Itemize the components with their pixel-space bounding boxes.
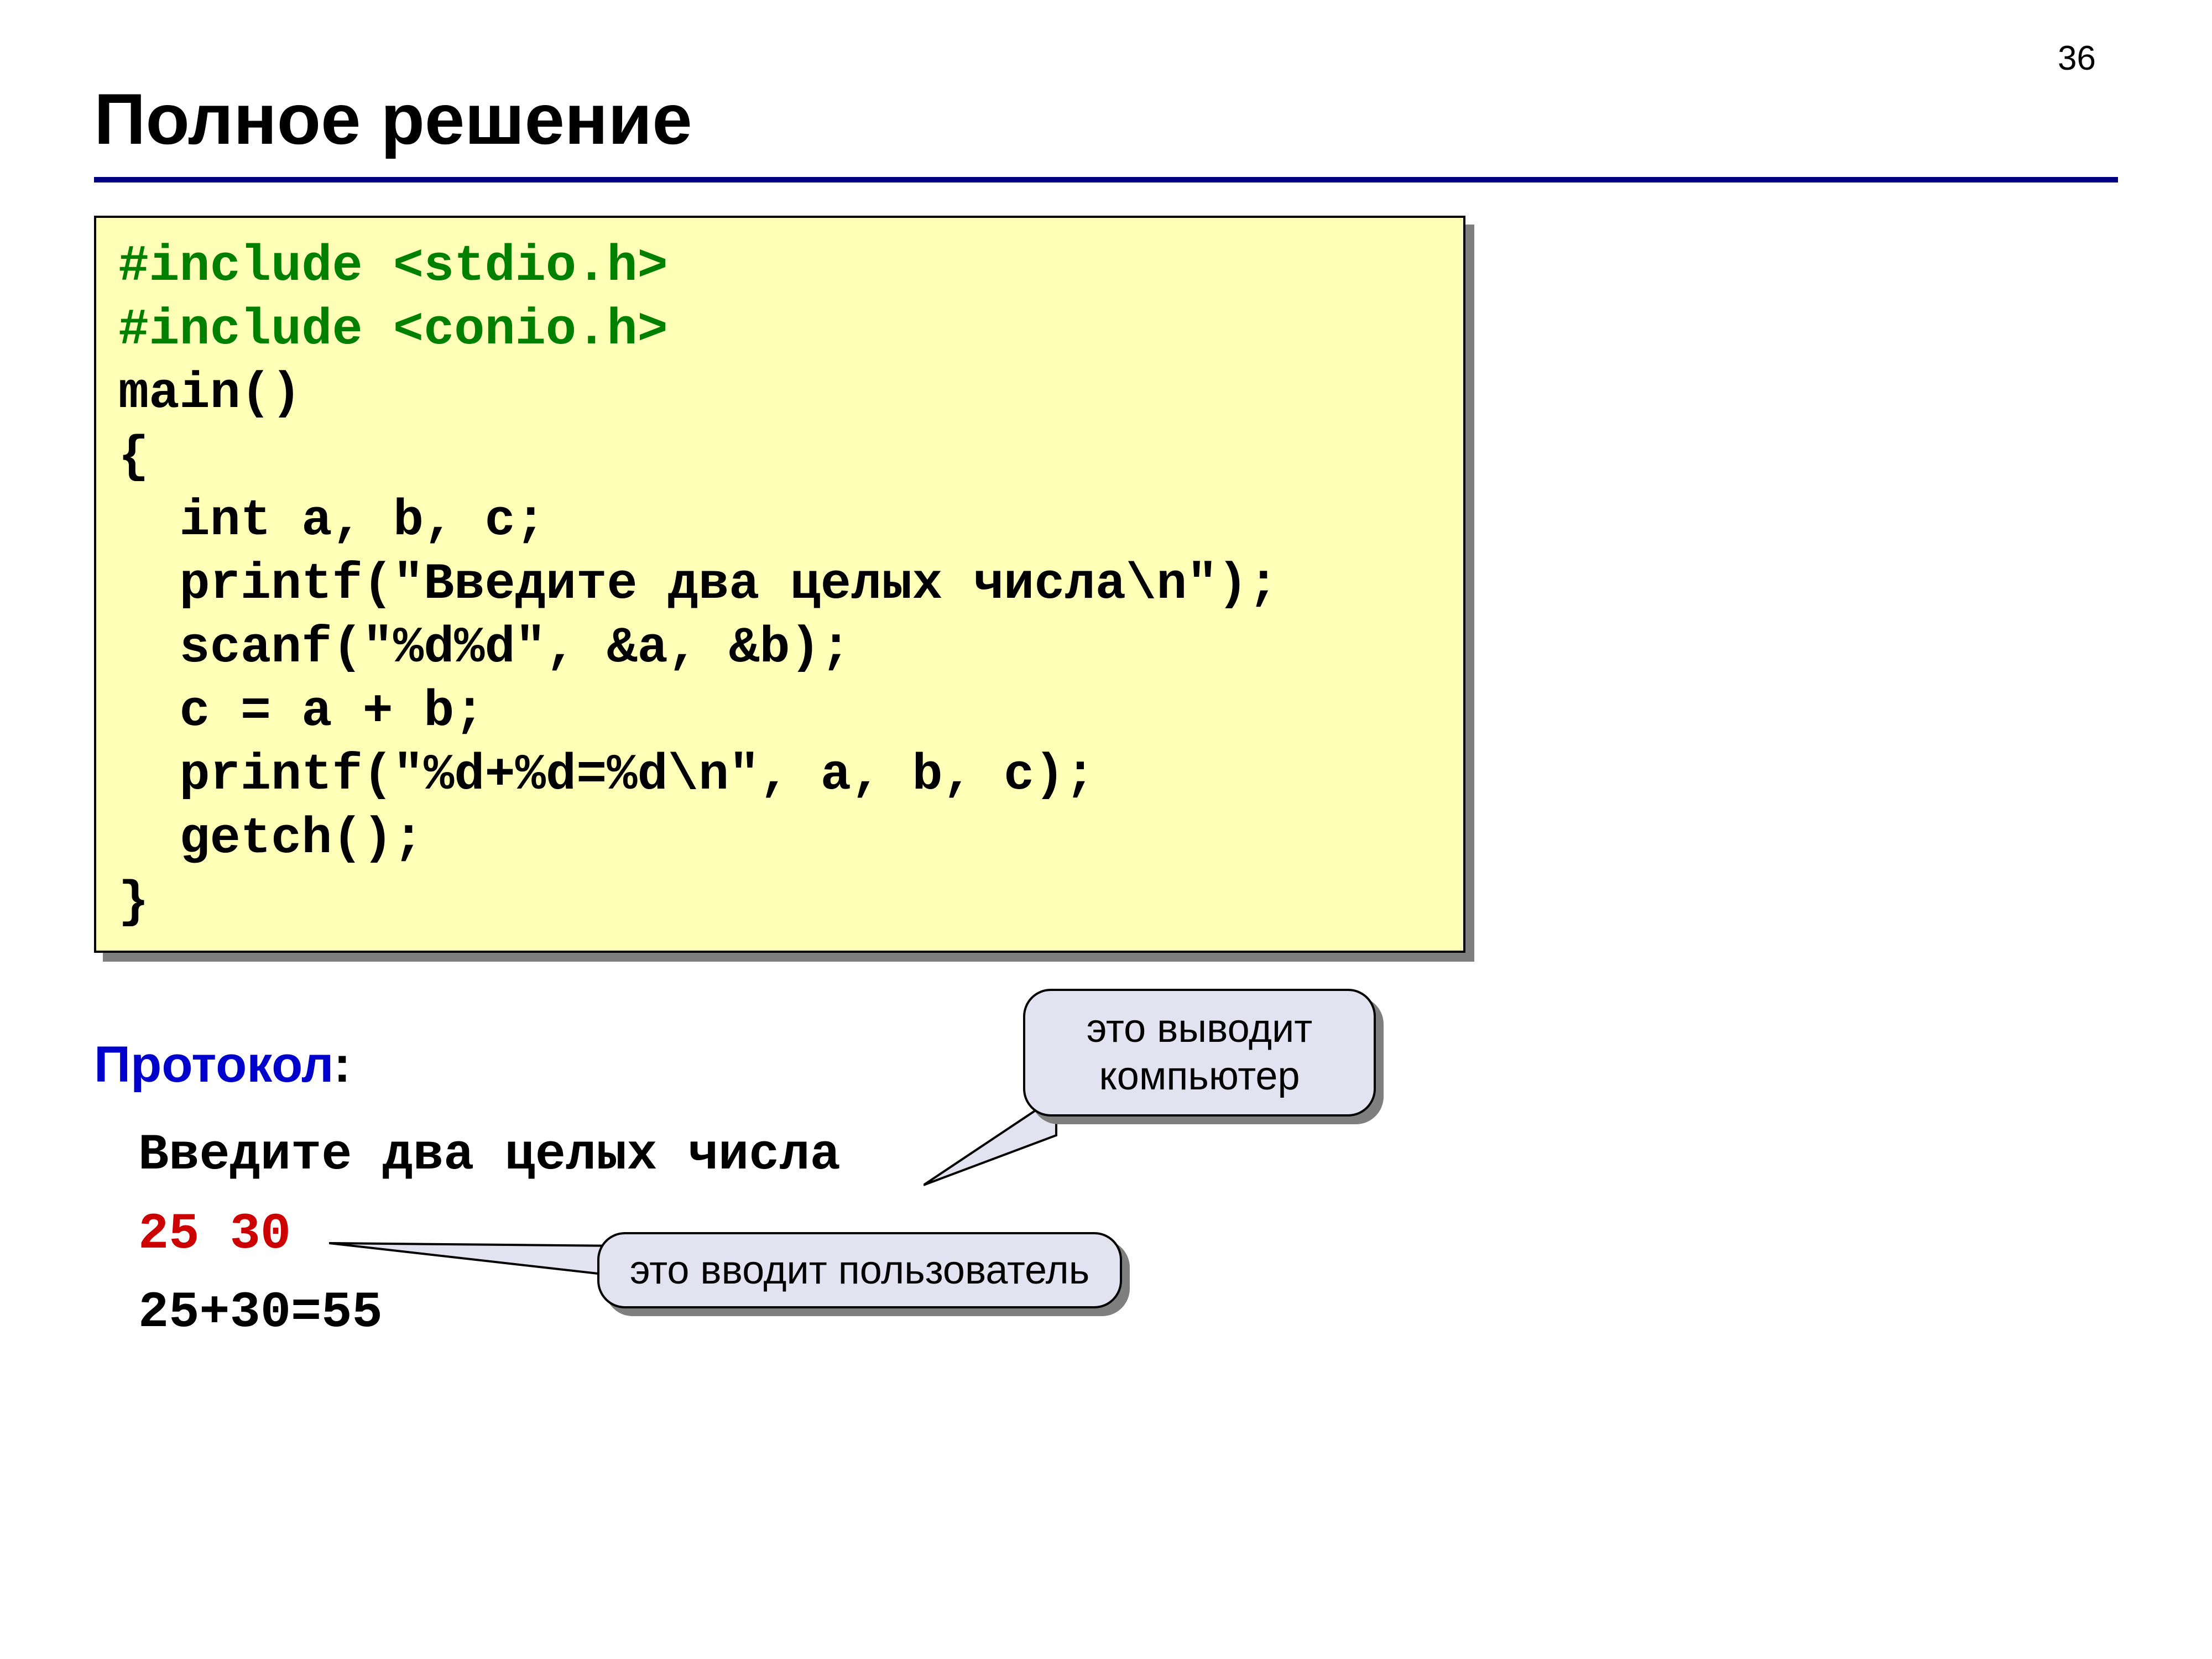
- code-line-4: {: [118, 428, 149, 486]
- protocol-label-text: Протокол: [94, 1036, 333, 1093]
- code-line-9: printf("%d+%d=%d\n", a, b, c);: [118, 746, 1095, 804]
- protocol-colon: :: [333, 1036, 351, 1093]
- callout-body: это вводит пользователь: [597, 1232, 1122, 1308]
- code-line-11: }: [118, 873, 149, 931]
- callout-line-2: компьютер: [1053, 1052, 1346, 1100]
- callout-user-input: это вводит пользователь: [597, 1232, 1122, 1308]
- protocol-line-1: Введите два целых числа: [138, 1116, 2118, 1195]
- callout-line-1: это выводит: [1053, 1005, 1346, 1052]
- code-line-6: printf("Введите два целых числа\n");: [118, 555, 1279, 613]
- title-underline: [94, 177, 2118, 182]
- code-block: #include <stdio.h> #include <conio.h> ma…: [94, 216, 1465, 953]
- callout-2-pointer: [329, 1232, 628, 1282]
- code-line-5: int a, b, c;: [118, 492, 546, 550]
- code-line-7: scanf("%d%d", &a, &b);: [118, 619, 851, 677]
- code-line-3: main(): [118, 364, 301, 422]
- code-line-2: #include <conio.h>: [118, 301, 668, 359]
- slide: 36 Полное решение #include <stdio.h> #in…: [0, 0, 2212, 1659]
- code-line-10: getch();: [118, 810, 424, 868]
- callout-computer-output: это выводит компьютер: [1023, 989, 1376, 1117]
- callout-body: это выводит компьютер: [1023, 989, 1376, 1117]
- page-number: 36: [2058, 39, 2096, 78]
- code-line-8: c = a + b;: [118, 682, 485, 740]
- slide-title: Полное решение: [94, 77, 2118, 160]
- callout-text: это вводит пользователь: [630, 1248, 1089, 1292]
- code-box: #include <stdio.h> #include <conio.h> ma…: [94, 216, 1465, 953]
- protocol-section: это выводит компьютер это вводит пользов…: [94, 1036, 2118, 1353]
- code-line-1: #include <stdio.h>: [118, 237, 668, 295]
